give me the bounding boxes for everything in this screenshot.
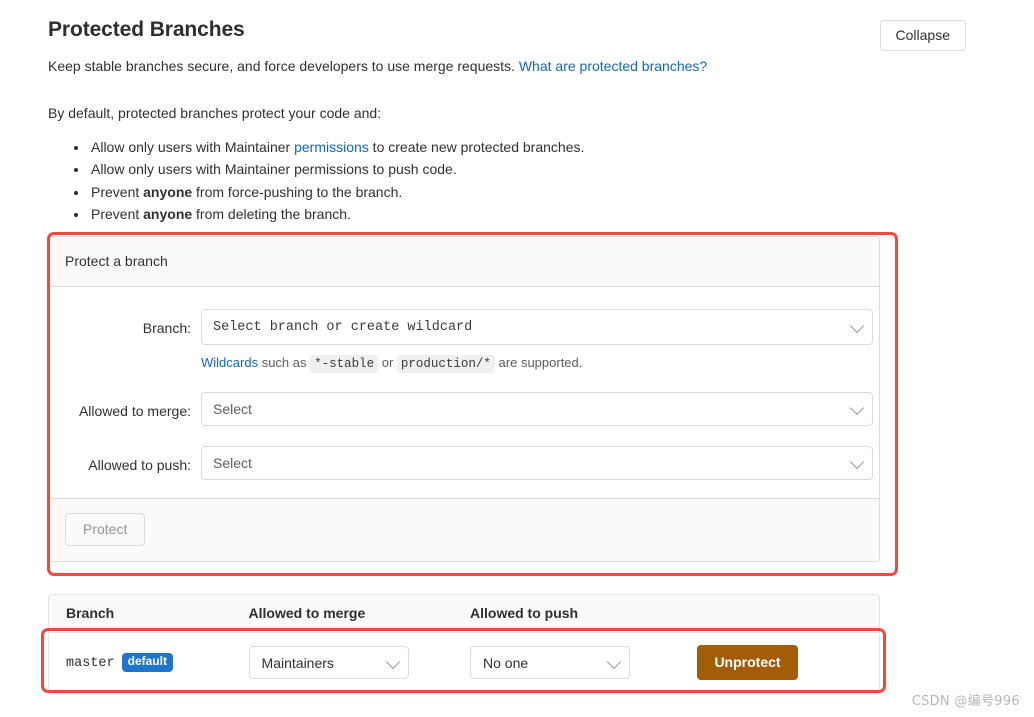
help-or: or <box>378 355 397 370</box>
bullet-3-bold: anyone <box>143 206 193 223</box>
allowed-to-merge-value: Select <box>213 400 252 417</box>
help-mid: such as <box>258 355 311 370</box>
chevron-down-icon <box>849 400 865 415</box>
bullet-3-post: from deleting the branch. <box>192 206 351 223</box>
bullet-3-pre: Prevent <box>91 206 144 223</box>
action-cell: Unprotect <box>697 645 879 680</box>
protection-list: Allow only users with Maintainer permiss… <box>48 136 1000 226</box>
row-allowed-to-push-select[interactable]: No one <box>470 646 630 679</box>
status-badge: default <box>121 653 173 672</box>
intro-paragraph: Keep stable branches secure, and force d… <box>48 56 1000 77</box>
wildcard-example-1: *-stable <box>310 355 379 373</box>
bullet-2-pre: Prevent <box>91 183 144 200</box>
permissions-link[interactable]: permissions <box>294 139 369 155</box>
row-allowed-to-merge-value: Maintainers <box>261 654 334 671</box>
protected-branches-page: Protected Branches Collapse Keep stable … <box>48 0 1000 226</box>
merge-cell: Maintainers <box>248 646 470 679</box>
list-item: Allow only users with Maintainer permiss… <box>89 136 1000 158</box>
push-cell: No one <box>470 646 697 679</box>
watermark: CSDN @编号996 <box>911 694 1020 709</box>
protected-branches-table: Branch Allowed to merge Allowed to push … <box>48 594 880 694</box>
page-title: Protected Branches <box>48 18 245 41</box>
row-allowed-to-merge-select[interactable]: Maintainers <box>248 646 409 679</box>
allowed-to-push-label: Allowed to push: <box>88 456 191 473</box>
column-header-actions <box>697 605 879 621</box>
branch-cell: master default <box>49 653 249 672</box>
branch-name: master <box>66 656 115 672</box>
bullet-2-post: from force-pushing to the branch. <box>192 183 403 200</box>
what-are-protected-branches-link[interactable]: What are protected branches? <box>519 58 707 74</box>
wildcards-link[interactable]: Wildcards <box>201 355 258 370</box>
wildcard-help-text: Wildcards such as *-stable or production… <box>201 353 873 374</box>
intro-text: Keep stable branches secure, and force d… <box>48 58 515 74</box>
help-end: are supported. <box>494 355 583 370</box>
allowed-to-merge-select[interactable]: Select <box>201 391 873 426</box>
list-item: Allow only users with Maintainer permiss… <box>89 158 1000 180</box>
allowed-to-push-select[interactable]: Select <box>201 445 873 480</box>
chevron-down-icon <box>385 654 400 669</box>
protect-branch-card-title: Protect a branch <box>49 237 879 287</box>
wildcard-example-2: production/* <box>396 355 495 373</box>
chevron-down-icon <box>606 654 622 669</box>
page-header: Protected Branches Collapse <box>48 0 1000 51</box>
bullet-1-pre: Allow only users with Maintainer permiss… <box>91 161 457 178</box>
allowed-to-merge-label: Allowed to merge: <box>78 402 191 419</box>
protect-button[interactable]: Protect <box>65 512 146 546</box>
list-item: Prevent anyone from force-pushing to the… <box>89 181 1000 203</box>
column-header-allowed-to-merge: Allowed to merge <box>248 605 366 621</box>
collapse-button[interactable]: Collapse <box>879 20 966 51</box>
protect-branch-card: Protect a branch Branch: Select branch o… <box>48 236 880 562</box>
chevron-down-icon <box>849 454 865 469</box>
protect-branch-card-footer: Protect <box>49 497 879 561</box>
row-allowed-to-push-value: No one <box>483 654 529 671</box>
branch-field-row: Branch: Select branch or create wildcard… <box>49 309 879 374</box>
table-row: master default Maintainers No one Unprote… <box>49 633 879 693</box>
allowed-to-push-row: Allowed to push: Select <box>49 445 879 480</box>
branch-label: Branch: <box>142 320 191 336</box>
allowed-to-merge-row: Allowed to merge: Select <box>49 391 879 426</box>
bullet-0-pre: Allow only users with Maintainer <box>91 139 295 155</box>
table-header-row: Branch Allowed to merge Allowed to push <box>49 595 879 633</box>
allowed-to-push-value: Select <box>213 454 252 471</box>
bullet-0-post: to create new protected branches. <box>368 139 585 155</box>
unprotect-button[interactable]: Unprotect <box>697 645 798 680</box>
column-header-allowed-to-push: Allowed to push <box>470 605 579 621</box>
column-header-branch: Branch <box>66 605 115 621</box>
branch-select-value: Select branch or create wildcard <box>213 319 473 335</box>
chevron-down-icon <box>849 318 865 334</box>
protect-branch-form: Branch: Select branch or create wildcard… <box>49 287 879 498</box>
branch-select[interactable]: Select branch or create wildcard <box>201 309 873 345</box>
bullet-2-bold: anyone <box>143 183 193 200</box>
list-item: Prevent anyone from deleting the branch. <box>89 203 1000 225</box>
intro-paragraph-2: By default, protected branches protect y… <box>48 105 382 121</box>
